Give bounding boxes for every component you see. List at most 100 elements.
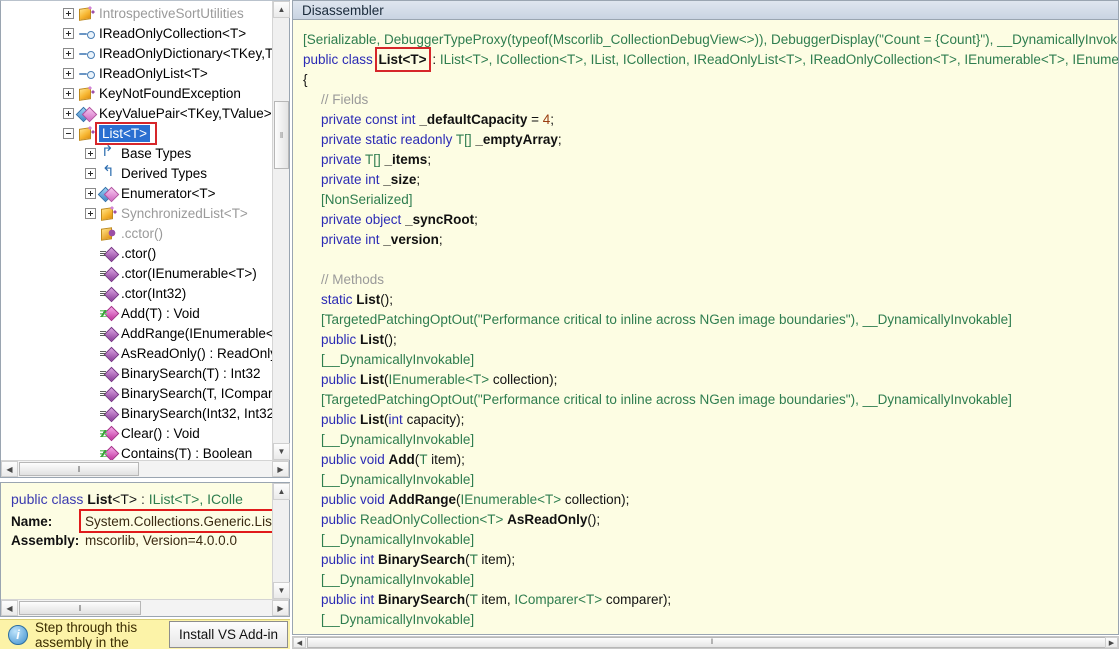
detail-row-name: Name: System.Collections.Generic.List<T (11, 514, 273, 529)
details-scroll-right-button[interactable]: ▶ (272, 600, 289, 616)
tree-item-cctor[interactable]: .cctor() (1, 223, 273, 243)
expand-plus-icon[interactable] (85, 208, 96, 219)
tree-item-label: AddRange(IEnumerable<T (121, 326, 273, 341)
code-token: BinarySearch (378, 632, 465, 635)
expand-plus-icon[interactable] (85, 188, 96, 199)
tree-expander-placeholder (85, 328, 96, 339)
tree-item-clear-void[interactable]: Clear() : Void (1, 423, 273, 443)
disassembler-scroll-left-button[interactable]: ◀ (293, 637, 306, 648)
code-token: BinarySearch (378, 552, 465, 567)
disassembler-scroll-right-button[interactable]: ▶ (1105, 637, 1118, 648)
class-icon (100, 206, 117, 221)
tree-item-derived-types[interactable]: Derived Types (1, 163, 273, 183)
tree-item-addrange-ienumerable-t[interactable]: AddRange(IEnumerable<T (1, 323, 273, 343)
expand-plus-icon[interactable] (63, 28, 74, 39)
details-scroll-down-button[interactable]: ▼ (273, 582, 290, 599)
collapse-minus-icon[interactable] (63, 128, 74, 139)
expand-plus-icon[interactable] (63, 68, 74, 79)
tree-item-label: Enumerator<T> (121, 186, 216, 201)
code-token: _syncRoot (405, 212, 474, 227)
tree-item-enumerator-t[interactable]: Enumerator<T> (1, 183, 273, 203)
tree-item-keynotfoundexception[interactable]: KeyNotFoundException (1, 83, 273, 103)
name-value-highlight: System.Collections.Generic.List<T (85, 514, 273, 529)
tree-item-ctor-int32[interactable]: .ctor(Int32) (1, 283, 273, 303)
code-token: [__DynamicallyInvokable] (321, 472, 474, 487)
code-line: public class List<T> : IList<T>, ICollec… (303, 50, 1118, 70)
code-token: [__DynamicallyInvokable] (321, 612, 474, 627)
tree-item-binarysearch-t-icompare[interactable]: BinarySearch(T, ICompare (1, 383, 273, 403)
tree-expander-placeholder (85, 288, 96, 299)
tree-horizontal-scroll-thumb[interactable]: ‖ (19, 462, 139, 476)
void-method-icon (100, 306, 117, 321)
tree-item-asreadonly-readonlyc[interactable]: AsReadOnly() : ReadOnlyC (1, 343, 273, 363)
code-token: ; (439, 232, 443, 247)
tree-item-ctor[interactable]: .ctor() (1, 243, 273, 263)
tree-item-base-types[interactable]: Base Types (1, 143, 273, 163)
disassembler-horizontal-scrollbar[interactable]: ◀ ‖ ▶ (292, 636, 1119, 649)
tree-item-binarysearch-int32-int32[interactable]: BinarySearch(Int32, Int32, (1, 403, 273, 423)
tree-item-contains-t-boolean[interactable]: Contains(T) : Boolean (1, 443, 273, 460)
tree-item-binarysearch-t-int32[interactable]: BinarySearch(T) : Int32 (1, 363, 273, 383)
details-vertical-scrollbar[interactable]: ▲ ▼ (272, 483, 289, 599)
code-token: (); (380, 292, 393, 307)
code-line: [TargetedPatchingOptOut("Performance cri… (303, 390, 1118, 410)
triangle-down-icon: ▼ (278, 586, 286, 595)
code-token: item, (594, 632, 631, 635)
signature-interfaces: IList<T>, IColle (149, 491, 243, 507)
tree-item-ireadonlylist-t[interactable]: IReadOnlyList<T> (1, 63, 273, 83)
tree-scroll-down-button[interactable]: ▼ (273, 443, 290, 460)
assembly-tree-scroll[interactable]: IntrospectiveSortUtilitiesIReadOnlyColle… (1, 1, 273, 460)
expand-plus-icon[interactable] (63, 108, 74, 119)
tree-item-introspectivesortutilities[interactable]: IntrospectiveSortUtilities (1, 3, 273, 23)
disassembler-code-view[interactable]: [Serializable, DebuggerTypeProxy(typeof(… (292, 20, 1119, 635)
expand-plus-icon[interactable] (63, 88, 74, 99)
interface-icon (78, 66, 95, 81)
details-horizontal-scroll-thumb[interactable]: ‖ (19, 601, 141, 615)
tree-item-add-t-void[interactable]: Add(T) : Void (1, 303, 273, 323)
disassembler-horizontal-scroll-thumb[interactable]: ‖ (307, 637, 1117, 648)
struct-icon (78, 106, 95, 121)
code-token: _items (385, 152, 428, 167)
tree-item-label: Clear() : Void (121, 426, 200, 441)
details-scroll-up-button[interactable]: ▲ (273, 483, 290, 500)
details-horizontal-scrollbar[interactable]: ◀ ‖ ▶ (1, 599, 289, 616)
code-token: List (360, 412, 384, 427)
tree-scroll-up-button[interactable]: ▲ (273, 1, 290, 18)
code-token: int (389, 412, 407, 427)
tree-vertical-scroll-thumb[interactable]: ‖ (274, 101, 289, 169)
tree-vertical-scrollbar[interactable]: ▲ ‖ ▼ (272, 1, 289, 460)
tree-expander-placeholder (85, 248, 96, 259)
code-line: public void AddRange(IEnumerable<T> coll… (303, 490, 1118, 510)
code-token: (); (587, 512, 600, 527)
tree-item-keyvaluepair-tkey-tvalue[interactable]: KeyValuePair<TKey,TValue> (1, 103, 273, 123)
install-vs-addin-button[interactable]: Install VS Add-in (169, 621, 288, 648)
tree-item-list-t[interactable]: List<T> (1, 123, 273, 143)
method-icon (100, 386, 117, 401)
expand-plus-icon[interactable] (63, 48, 74, 59)
expand-plus-icon[interactable] (63, 8, 74, 19)
triangle-down-icon: ▼ (278, 447, 286, 456)
tree-scroll-right-button[interactable]: ▶ (272, 461, 289, 477)
code-token: _emptyArray (475, 132, 558, 147)
void-method-icon (100, 426, 117, 441)
tree-item-synchronizedlist-t[interactable]: SynchronizedList<T> (1, 203, 273, 223)
signature-generic-args: <T> (112, 491, 137, 507)
tree-item-ireadonlycollection-t[interactable]: IReadOnlyCollection<T> (1, 23, 273, 43)
tree-horizontal-scrollbar[interactable]: ◀ ‖ ▶ (1, 460, 289, 477)
tree-scroll-left-button[interactable]: ◀ (1, 461, 18, 477)
expand-plus-icon[interactable] (85, 168, 96, 179)
code-token: public void (321, 492, 389, 507)
code-token: private (321, 212, 365, 227)
code-line: { (303, 70, 1118, 90)
details-scroll-left-button[interactable]: ◀ (1, 600, 18, 616)
tree-item-label: IReadOnlyDictionary<TKey,TV (99, 46, 273, 61)
code-token: public (321, 332, 360, 347)
selected-tree-item-wrapper: List<T> (99, 126, 150, 141)
expand-plus-icon[interactable] (85, 148, 96, 159)
tree-item-ctor-ienumerable-t[interactable]: .ctor(IEnumerable<T>) (1, 263, 273, 283)
method-icon (100, 266, 117, 281)
code-token: private (321, 152, 365, 167)
code-line: public List(); (303, 330, 1118, 350)
tree-item-ireadonlydictionary-tkey-tv[interactable]: IReadOnlyDictionary<TKey,TV (1, 43, 273, 63)
code-line: public void Add(T item); (303, 450, 1118, 470)
